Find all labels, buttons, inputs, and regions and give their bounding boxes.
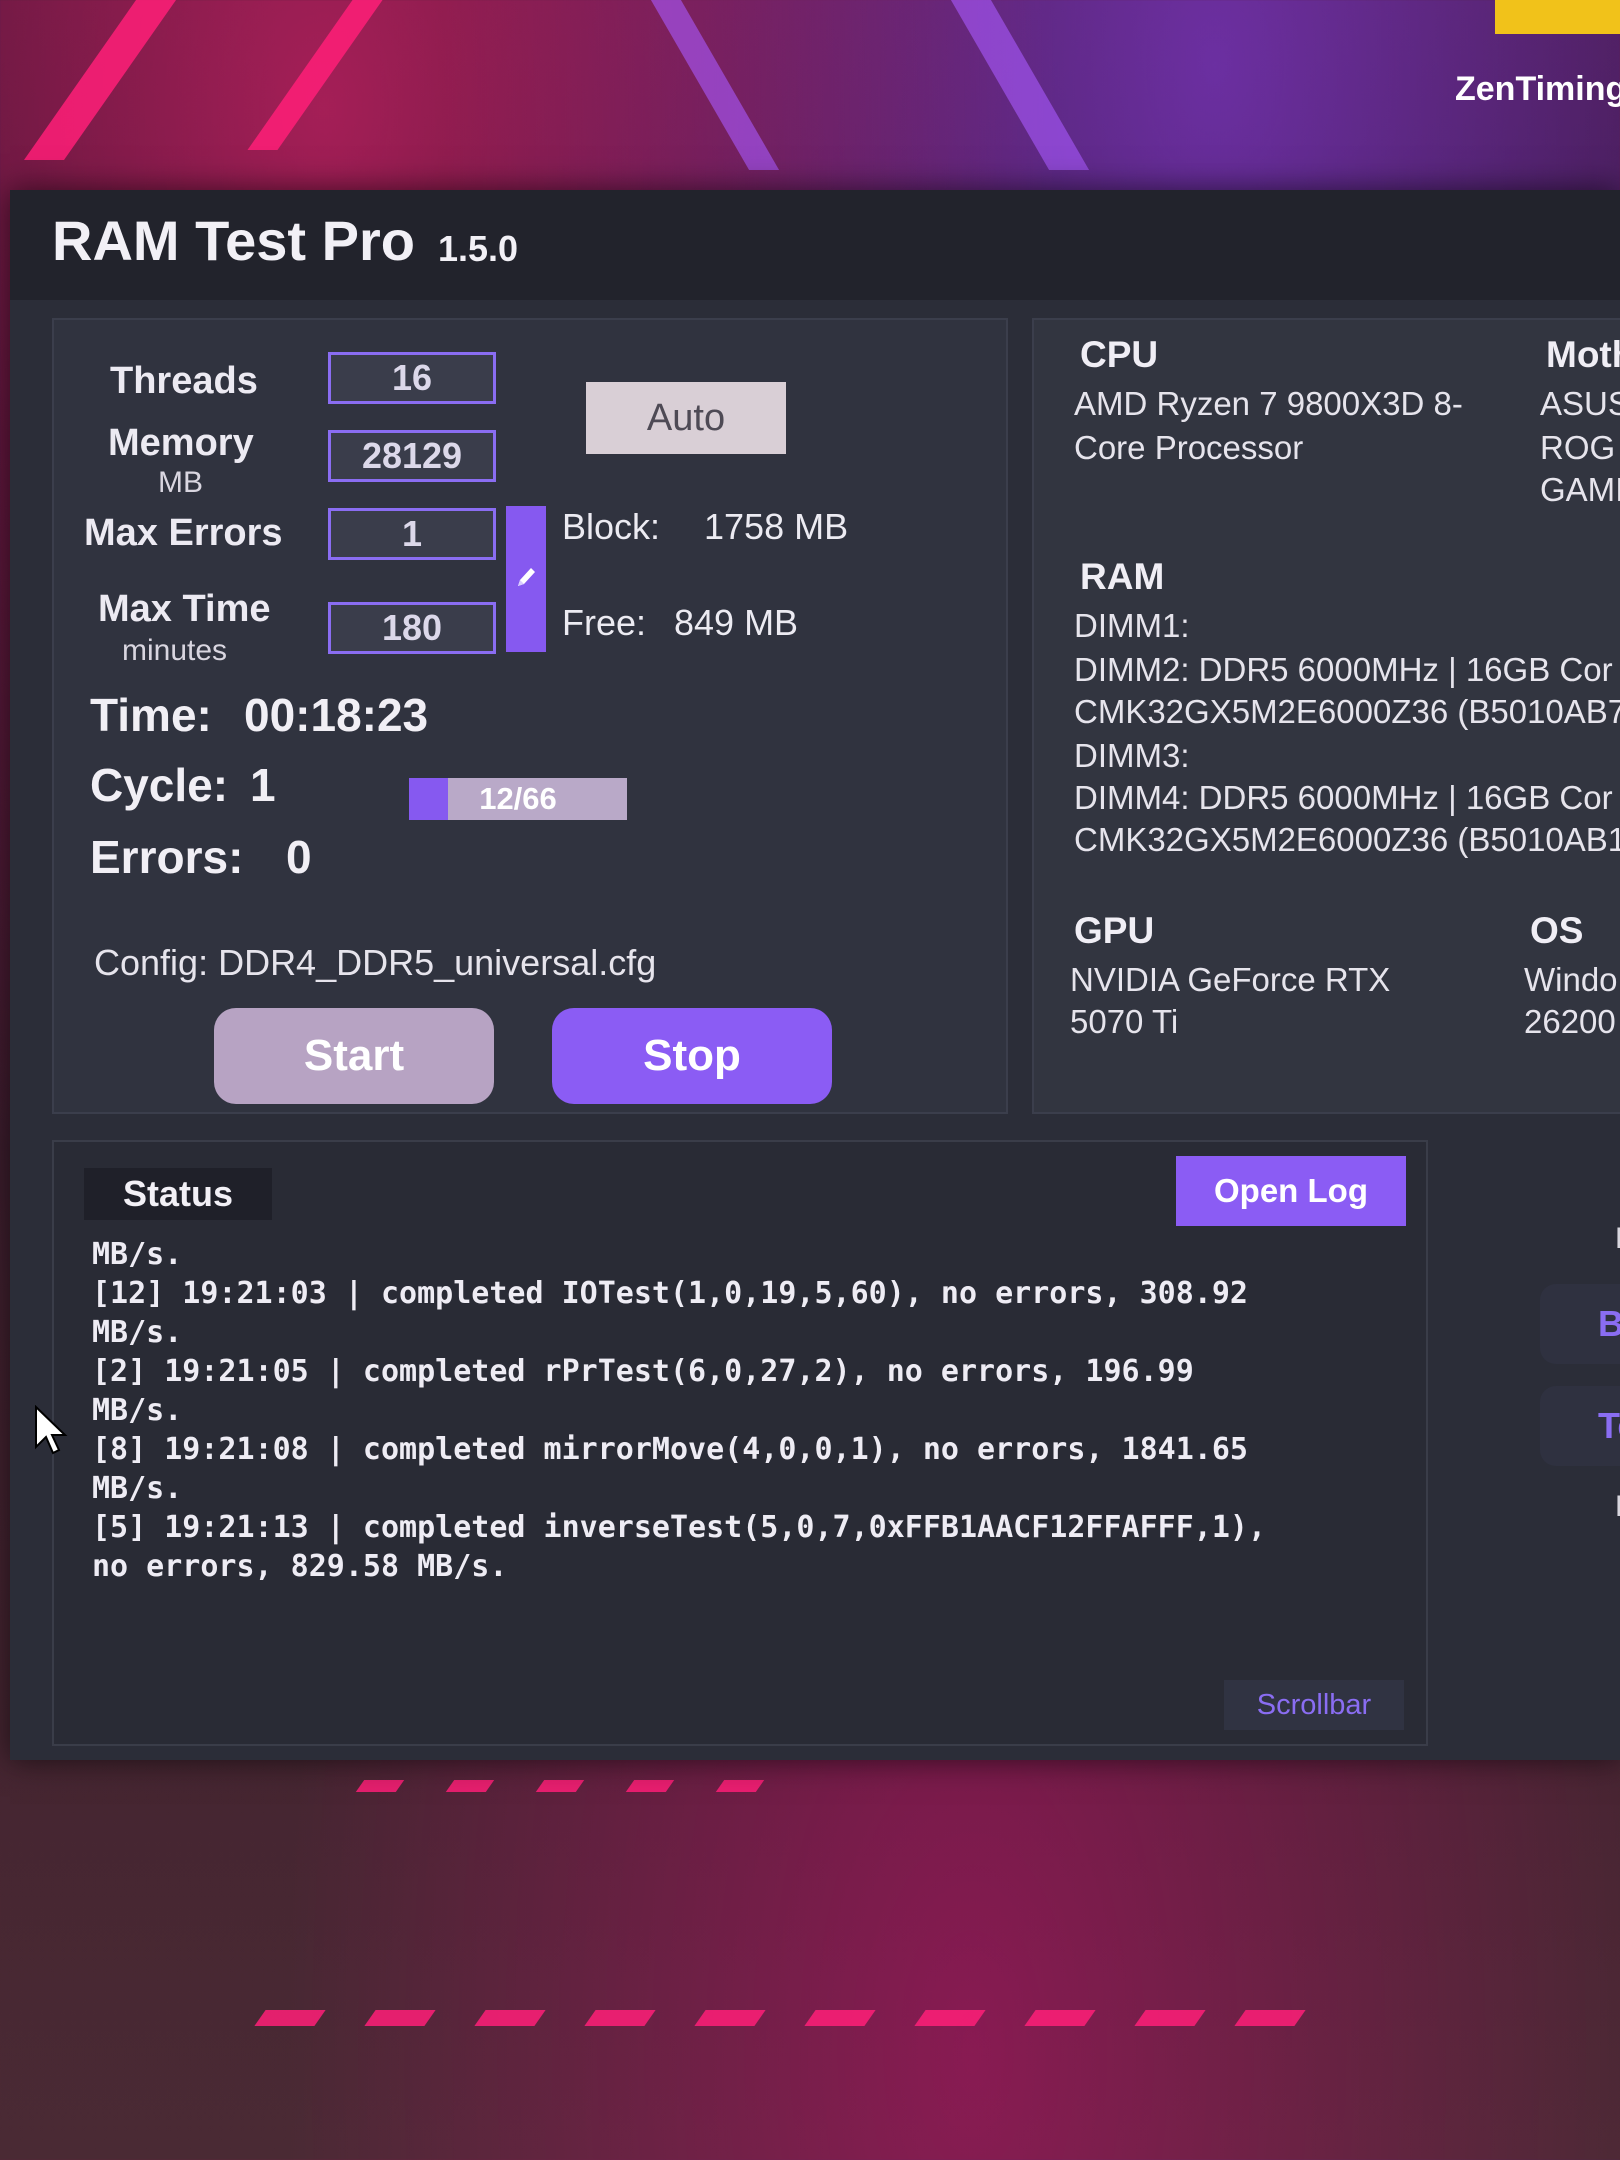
wallpaper-stripe — [247, 0, 383, 150]
system-info-panel: CPU AMD Ryzen 7 9800X3D 8- Core Processo… — [1032, 318, 1620, 1114]
edit-memory-button[interactable] — [506, 506, 546, 652]
scrollbar-toggle[interactable]: Scrollbar — [1224, 1680, 1404, 1730]
max-time-unit: minutes — [122, 634, 228, 667]
config-file: Config: DDR4_DDR5_universal.cfg — [94, 942, 657, 983]
threads-label: Threads — [110, 360, 258, 402]
desktop-shortcut-icon[interactable] — [1495, 0, 1620, 34]
side-label-bottom: F — [1615, 1490, 1620, 1524]
max-time-label: Max Time — [98, 588, 271, 630]
desktop-shortcut-label[interactable]: ZenTiming — [1455, 70, 1620, 109]
side-button-te[interactable]: Te — [1540, 1386, 1620, 1466]
os-line2: 26200 — [1524, 1003, 1616, 1040]
pencil-icon — [518, 568, 535, 586]
wallpaper-stripe — [950, 0, 1090, 170]
app-window: RAM Test Pro 1.5.0 Threads 16 Memory MB … — [10, 190, 1620, 1760]
block-label: Block: — [562, 506, 661, 547]
time-label: Time: — [90, 689, 212, 741]
log-line: no errors, 829.58 MB/s. — [92, 1549, 508, 1584]
max-errors-field[interactable]: 1 — [328, 508, 496, 560]
free-value: 849 MB — [674, 602, 799, 643]
app-version: 1.5.0 — [438, 228, 519, 269]
os-heading: OS — [1530, 910, 1584, 951]
memory-unit: MB — [158, 466, 203, 499]
gpu-name-line2: 5070 Ti — [1070, 1003, 1179, 1040]
cpu-name-line1: AMD Ryzen 7 9800X3D 8- — [1074, 385, 1463, 422]
ram-dimm2: DIMM2: DDR5 6000MHz | 16GB Cor — [1074, 651, 1613, 688]
ram-dimm3: DIMM3: — [1074, 737, 1190, 774]
motherboard-line2: ROG S — [1540, 429, 1620, 466]
errors-label: Errors: — [90, 831, 244, 883]
motherboard-line3: GAMII — [1540, 471, 1620, 508]
side-button-be[interactable]: Be — [1540, 1284, 1620, 1364]
start-button[interactable]: Start — [214, 1008, 494, 1104]
ram-dimm2-part: CMK32GX5M2E6000Z36 (B5010AB7 — [1074, 693, 1620, 730]
memory-field[interactable]: 28129 — [328, 430, 496, 482]
cpu-heading: CPU — [1080, 334, 1159, 375]
auto-button[interactable]: Auto — [586, 382, 786, 454]
status-tab[interactable]: Status — [84, 1168, 272, 1220]
free-label: Free: — [562, 602, 647, 643]
wallpaper-stripe — [23, 0, 177, 160]
motherboard-line1: ASUST — [1540, 385, 1620, 422]
max-time-field[interactable]: 180 — [328, 602, 496, 654]
cycle-value: 1 — [250, 759, 276, 811]
log-line: [12] 19:21:03 | completed IOTest(1,0,19,… — [92, 1276, 1248, 1311]
app-title: RAM Test Pro — [52, 209, 415, 272]
threads-field[interactable]: 16 — [328, 352, 496, 404]
memory-label: Memory — [108, 422, 254, 464]
os-line1: Windo — [1524, 961, 1618, 998]
elapsed-time: 00:18:23 — [244, 689, 429, 741]
max-errors-label: Max Errors — [84, 512, 283, 554]
block-value: 1758 MB — [704, 506, 849, 547]
cycle-label: Cycle: — [90, 759, 229, 811]
log-line: MB/s. — [92, 1237, 183, 1272]
status-panel: Status Open Log MB/s. [12] 19:21:03 | co… — [52, 1140, 1428, 1746]
log-line: [8] 19:21:08 | completed mirrorMove(4,0,… — [92, 1432, 1248, 1467]
cycle-progress-bar: 12/66 — [409, 778, 627, 820]
log-line: MB/s. — [92, 1471, 183, 1506]
cpu-name-line2: Core Processor — [1074, 429, 1304, 466]
ram-dimm4: DIMM4: DDR5 6000MHz | 16GB Cor — [1074, 779, 1613, 816]
log-line: [5] 19:21:13 | completed inverseTest(5,0… — [92, 1510, 1266, 1545]
ram-dimm4-part: CMK32GX5M2E6000Z36 (B5010AB1 — [1074, 821, 1620, 858]
log-line: [2] 19:21:05 | completed rPrTest(6,0,27,… — [92, 1354, 1194, 1389]
log-line: MB/s. — [92, 1315, 183, 1350]
stop-button[interactable]: Stop — [552, 1008, 832, 1104]
ram-dimm1: DIMM1: — [1074, 607, 1190, 644]
ram-heading: RAM — [1080, 556, 1165, 597]
errors-value: 0 — [286, 831, 312, 883]
wallpaper-stripe — [650, 0, 780, 170]
side-label-top: L — [1615, 1222, 1620, 1256]
motherboard-heading: Moth — [1546, 334, 1620, 375]
status-log: MB/s. [12] 19:21:03 | completed IOTest(1… — [92, 1236, 1392, 1586]
title-bar[interactable]: RAM Test Pro 1.5.0 — [10, 190, 1620, 300]
open-log-button[interactable]: Open Log — [1176, 1156, 1406, 1226]
test-settings-panel: Threads 16 Memory MB 28129 Max Errors 1 … — [52, 318, 1008, 1114]
gpu-name-line1: NVIDIA GeForce RTX — [1070, 961, 1391, 998]
gpu-heading: GPU — [1074, 910, 1155, 951]
progress-text: 12/66 — [479, 781, 557, 816]
log-line: MB/s. — [92, 1393, 183, 1428]
mouse-cursor-icon — [35, 1405, 68, 1455]
